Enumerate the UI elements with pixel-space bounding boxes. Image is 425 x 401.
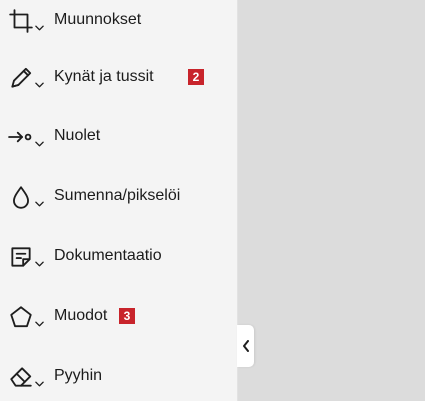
note-icon [8,241,46,271]
tools-sidebar: Muunnokset Kynät ja tussit 2 Nuolet Sume… [0,0,238,401]
eraser-icon [8,361,46,391]
canvas-area[interactable] [238,0,425,401]
pentagon-icon [8,301,46,331]
tool-transform[interactable]: Muunnokset [0,0,236,43]
chevron-down-icon [35,321,44,327]
tool-arrows[interactable]: Nuolet [0,113,236,159]
chevron-down-icon [35,201,44,207]
tool-label-eraser: Pyyhin [54,367,103,384]
tool-label-documentation: Dokumentaatio [54,247,162,264]
collapse-sidebar-button[interactable] [237,325,254,367]
tool-shapes[interactable]: Muodot 3 [0,293,236,339]
tool-eraser[interactable]: Pyyhin [0,353,236,399]
tool-label-shapes: Muodot [54,307,108,324]
tool-label-pens: Kynät ja tussit [54,68,154,85]
pen-icon [8,62,46,92]
chevron-down-icon [35,25,44,31]
chevron-down-icon [35,381,44,387]
arrow-icon [8,121,46,151]
tool-label-blur: Sumenna/pikselöi [54,187,181,204]
chevron-down-icon [35,82,44,88]
droplet-icon [8,181,46,211]
chevron-left-icon [242,340,249,352]
badge-2: 2 [188,69,204,85]
tool-blur[interactable]: Sumenna/pikselöi [0,173,236,219]
crop-icon [8,5,46,35]
badge-3: 3 [119,308,135,324]
chevron-down-icon [35,141,44,147]
tool-label-transform: Muunnokset [54,11,142,28]
chevron-down-icon [35,261,44,267]
tool-pens[interactable]: Kynät ja tussit 2 [0,54,236,100]
tool-label-arrows: Nuolet [54,127,101,144]
tool-documentation[interactable]: Dokumentaatio [0,233,236,279]
